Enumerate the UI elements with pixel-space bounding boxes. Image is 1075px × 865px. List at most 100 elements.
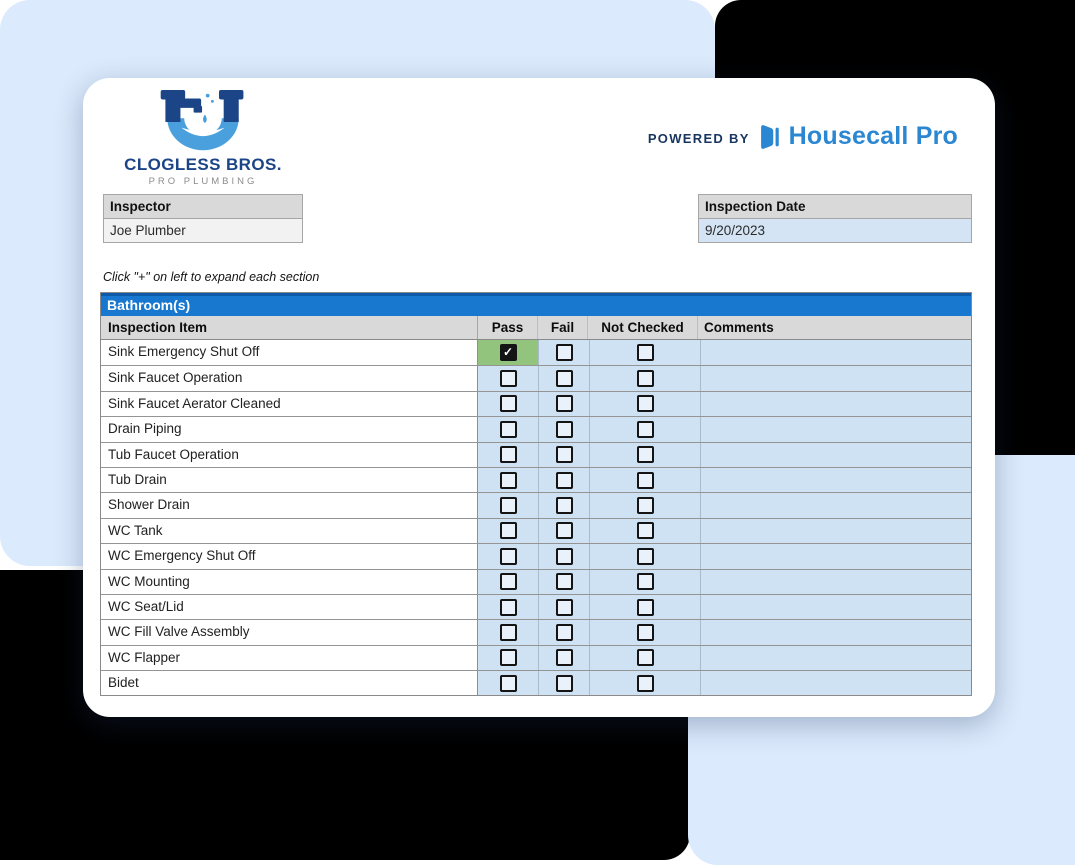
inspection-item-label: Bidet — [101, 671, 477, 696]
fail-checkbox[interactable] — [555, 522, 573, 540]
company-name: CLOGLESS BROS. — [124, 155, 282, 174]
inspection-table: Bathroom(s) Inspection Item Pass Fail No… — [100, 292, 972, 697]
inspector-value-cell[interactable]: Joe Plumber — [104, 219, 302, 242]
fail-cell — [538, 340, 589, 366]
fail-checkbox[interactable] — [555, 344, 573, 362]
column-header-inspection-item: Inspection Item — [108, 320, 208, 335]
not-checked-checkbox[interactable] — [636, 395, 654, 413]
inspection-item-label: Sink Faucet Operation — [101, 366, 477, 391]
fail-checkbox[interactable] — [555, 598, 573, 616]
comments-cell[interactable] — [700, 442, 971, 467]
pass-checkbox[interactable] — [499, 649, 517, 667]
inspection-date-field: Inspection Date 9/20/2023 — [698, 194, 972, 243]
table-row: Tub Drain — [101, 466, 971, 493]
pass-cell — [477, 518, 538, 544]
comments-cell[interactable] — [700, 391, 971, 417]
inspection-item-label: WC Seat/Lid — [101, 594, 477, 620]
not-checked-checkbox[interactable] — [636, 674, 654, 692]
comments-cell[interactable] — [700, 417, 971, 442]
not-checked-checkbox[interactable] — [636, 649, 654, 667]
pass-cell — [477, 442, 538, 467]
comments-cell[interactable] — [700, 467, 971, 493]
section-header-bathrooms[interactable]: Bathroom(s) — [101, 293, 971, 316]
inspection-item-label: WC Flapper — [101, 645, 477, 671]
pass-checkbox[interactable] — [499, 522, 517, 540]
fail-checkbox[interactable] — [555, 497, 573, 515]
inspection-item-label: WC Tank — [101, 518, 477, 544]
not-checked-checkbox[interactable] — [636, 623, 654, 641]
not-checked-checkbox[interactable] — [636, 547, 654, 565]
pass-checkbox[interactable] — [499, 420, 517, 438]
fail-checkbox[interactable] — [555, 446, 573, 464]
fail-checkbox[interactable] — [555, 395, 573, 413]
not-checked-checkbox[interactable] — [636, 522, 654, 540]
comments-cell[interactable] — [700, 544, 971, 569]
not-checked-checkbox[interactable] — [636, 370, 654, 388]
company-logo: CLOGLESS BROS. PRO PLUMBING — [103, 90, 303, 187]
not-checked-checkbox[interactable] — [636, 573, 654, 591]
comments-cell[interactable] — [700, 518, 971, 544]
fail-cell — [538, 391, 589, 417]
not-checked-checkbox[interactable] — [636, 598, 654, 616]
inspection-checklist-card: CLOGLESS BROS. PRO PLUMBING POWERED BY H… — [83, 78, 995, 717]
table-header-row: Inspection Item Pass Fail Not Checked Co… — [101, 316, 971, 340]
pass-checkbox[interactable] — [499, 497, 517, 515]
fail-checkbox[interactable] — [555, 370, 573, 388]
pass-cell — [477, 569, 538, 594]
fail-checkbox[interactable] — [555, 471, 573, 489]
pass-checkbox[interactable] — [499, 573, 517, 591]
fail-cell — [538, 366, 589, 391]
fail-checkbox[interactable] — [555, 674, 573, 692]
powered-by-label: POWERED BY — [647, 130, 750, 146]
fail-checkbox[interactable] — [555, 623, 573, 641]
fail-checkbox[interactable] — [555, 649, 573, 667]
comments-cell[interactable] — [700, 493, 971, 518]
not-checked-cell — [589, 493, 700, 518]
pass-checkbox[interactable] — [499, 623, 517, 641]
comments-cell[interactable] — [700, 645, 971, 671]
not-checked-checkbox[interactable] — [636, 497, 654, 515]
pass-checkbox[interactable] — [499, 395, 517, 413]
comments-cell[interactable] — [700, 620, 971, 645]
fail-checkbox[interactable] — [555, 573, 573, 591]
not-checked-checkbox[interactable] — [636, 446, 654, 464]
pass-checkbox[interactable] — [499, 547, 517, 565]
pass-checkbox[interactable]: ✓ — [499, 344, 517, 362]
table-row: WC Mounting — [101, 568, 971, 594]
fail-cell — [538, 594, 589, 620]
pass-cell — [477, 620, 538, 645]
pass-checkbox[interactable] — [499, 598, 517, 616]
pass-cell — [477, 594, 538, 620]
table-row: WC Flapper — [101, 644, 971, 671]
column-header-fail: Fail — [537, 316, 587, 339]
not-checked-checkbox[interactable] — [636, 344, 654, 362]
comments-cell[interactable] — [700, 569, 971, 594]
table-row: Shower Drain — [101, 492, 971, 518]
table-row: WC Tank — [101, 517, 971, 544]
fail-cell — [538, 493, 589, 518]
comments-cell[interactable] — [700, 366, 971, 391]
pass-checkbox[interactable] — [499, 446, 517, 464]
inspection-date-value-cell[interactable]: 9/20/2023 — [699, 219, 971, 242]
comments-cell[interactable] — [700, 671, 971, 696]
fail-cell — [538, 569, 589, 594]
not-checked-cell — [589, 671, 700, 696]
pass-checkbox[interactable] — [499, 471, 517, 489]
not-checked-checkbox[interactable] — [636, 420, 654, 438]
fail-checkbox[interactable] — [555, 547, 573, 565]
comments-cell[interactable] — [700, 340, 971, 366]
fail-cell — [538, 544, 589, 569]
not-checked-cell — [589, 518, 700, 544]
not-checked-checkbox[interactable] — [636, 471, 654, 489]
inspection-item-label: WC Emergency Shut Off — [101, 544, 477, 569]
pass-checkbox[interactable] — [499, 370, 517, 388]
inspection-date-label: Inspection Date — [699, 195, 971, 219]
pass-checkbox[interactable] — [499, 674, 517, 692]
comments-cell[interactable] — [700, 594, 971, 620]
fail-checkbox[interactable] — [555, 420, 573, 438]
fail-cell — [538, 620, 589, 645]
column-header-pass: Pass — [477, 316, 537, 339]
not-checked-cell — [589, 467, 700, 493]
table-body: Sink Emergency Shut Off ✓ Sink Faucet Oper… — [101, 340, 971, 696]
not-checked-cell — [589, 620, 700, 645]
